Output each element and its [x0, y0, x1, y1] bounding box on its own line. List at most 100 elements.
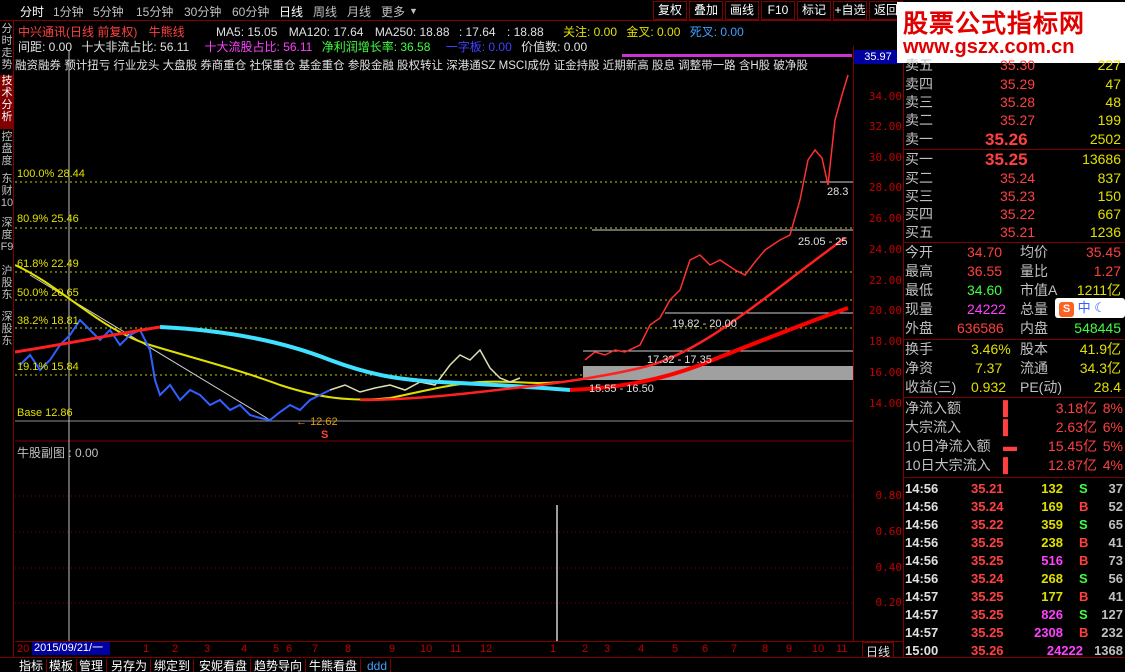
flow-value: 3.18亿: [1055, 400, 1097, 416]
bid-vol: 1236: [1089, 224, 1121, 240]
stock-title[interactable]: 中兴通讯(日线 前复权): [18, 25, 137, 39]
kline-chart[interactable]: [15, 21, 853, 641]
period-tab-daily[interactable]: 日线: [279, 3, 303, 20]
x-tick: 7: [731, 643, 738, 655]
stat-label: PE(动): [1020, 379, 1062, 395]
zone-label-19: 19.82 - 20.00: [672, 318, 737, 330]
bid-label: 买三: [905, 188, 933, 204]
y-tick: 14.00: [868, 397, 902, 410]
overlay-button[interactable]: 叠加: [689, 1, 723, 20]
period-tab-1min[interactable]: 1分钟: [53, 3, 84, 20]
trade-time: 14:57: [905, 589, 939, 604]
trade-price: 35.24: [971, 499, 1004, 514]
x-tick: 6: [286, 643, 293, 655]
period-tab-5min[interactable]: 5分钟: [93, 3, 124, 20]
bottom-tab-template[interactable]: 模板: [46, 659, 78, 672]
trade-count: 37: [1108, 481, 1123, 496]
draw-line-button[interactable]: 画线: [725, 1, 759, 20]
x-tick: 1: [550, 643, 557, 655]
bottom-tab-ddd[interactable]: ddd: [364, 659, 392, 672]
bid-price: 35.21: [1000, 224, 1036, 240]
ma-extra-1: : 17.64: [458, 25, 496, 39]
ask-price: 35.30: [1000, 57, 1036, 73]
stat-label: 股本: [1020, 341, 1048, 357]
stat-label: 流通: [1020, 360, 1048, 376]
current-price-box: 35.97: [854, 50, 902, 64]
ma250-value: MA250: 18.88: [374, 25, 450, 39]
bottom-tab-bullbear[interactable]: 牛熊看盘: [306, 659, 362, 672]
trade-vol: 359: [1041, 517, 1063, 532]
bottom-tab-save-as[interactable]: 另存为: [108, 659, 152, 672]
mark-button[interactable]: 标记: [797, 1, 831, 20]
flow-label: 10日净流入额: [905, 438, 991, 454]
period-tab-more[interactable]: 更多: [381, 3, 405, 20]
flow-row: 10日大宗流入 ▌ 12.87亿 4%: [905, 456, 1125, 475]
trade-price: 35.25: [971, 553, 1004, 568]
trade-price: 35.25: [971, 589, 1004, 604]
add-watchlist-button[interactable]: +自选: [833, 1, 867, 20]
one-shot-board: 一字板: 0.00: [445, 40, 512, 54]
sub-y-tick: 0.60: [875, 525, 903, 538]
stat-label: 最高: [905, 263, 933, 279]
period-tab-15min[interactable]: 15分钟: [136, 3, 173, 20]
y-tick: 24.00: [868, 243, 902, 256]
low-marker-value: 12.62: [310, 416, 338, 428]
bottom-tab-manage[interactable]: 管理: [76, 659, 108, 672]
period-tab-intraday[interactable]: 分时: [20, 3, 44, 20]
flow-row: 10日净流入额 ▬ 15.45亿 5%: [905, 437, 1125, 456]
trade-time: 14:56: [905, 499, 939, 514]
sub-y-tick: 0.40: [875, 561, 903, 574]
tab-sh-holders[interactable]: 沪股东: [0, 265, 14, 305]
trade-row: 14:56 35.24 169 B 52: [905, 498, 1125, 516]
trade-vol: 2308: [1034, 625, 1063, 640]
chevron-down-icon[interactable]: ▼: [409, 6, 418, 16]
adjust-button[interactable]: 复权: [653, 1, 687, 20]
tab-sz-holders[interactable]: 深股东: [0, 311, 14, 351]
left-tab-strip: 分时走势 技术分析 控盘度 东财10 深度F9 沪股东 深股东: [0, 21, 14, 661]
trade-price: 35.25: [971, 535, 1004, 550]
bottom-tab-indicator[interactable]: 指标: [16, 659, 48, 672]
trade-price: 35.21: [971, 481, 1004, 496]
stat-row: 外盘 636586 内盘 548445: [905, 319, 1125, 338]
tab-depth-f9[interactable]: 深度F9: [0, 217, 14, 257]
golden-cross-value: 金叉: 0.00: [626, 25, 681, 39]
ask-label: 卖一: [905, 131, 933, 147]
stat-value: 548445: [1074, 320, 1121, 336]
trade-vol: 177: [1041, 589, 1063, 604]
tab-technical-analysis[interactable]: 技术分析: [0, 75, 14, 129]
x-tick: 3: [604, 643, 611, 655]
bottom-tab-annie[interactable]: 安妮看盘: [196, 659, 252, 672]
attention-value: 关注: 0.00: [562, 25, 617, 39]
period-tab-30min[interactable]: 30分钟: [184, 3, 221, 20]
period-tab-monthly[interactable]: 月线: [347, 3, 371, 20]
ask-label: 卖二: [905, 112, 933, 128]
trade-vol: 238: [1041, 535, 1063, 550]
f10-button[interactable]: F10: [761, 1, 795, 20]
period-tab-60min[interactable]: 60分钟: [232, 3, 269, 20]
indicator-name[interactable]: 牛熊线: [149, 25, 185, 39]
tab-intraday-trend[interactable]: 分时走势: [0, 23, 14, 73]
trade-vol: 24222: [1046, 643, 1083, 658]
trade-vol: 169: [1041, 499, 1063, 514]
bid-price: 35.22: [1000, 206, 1036, 222]
y-tick: 22.00: [868, 274, 902, 287]
flow-label: 10日大宗流入: [905, 457, 991, 473]
flow-label: 净流入额: [905, 400, 961, 416]
trade-row: 14:56 35.25 238 B 41: [905, 534, 1125, 552]
trade-side: B: [1079, 625, 1089, 640]
sub-y-tick: 0.80: [875, 489, 903, 502]
x-tick: 9: [786, 643, 793, 655]
tab-control-degree[interactable]: 控盘度: [0, 131, 14, 171]
period-tab-weekly[interactable]: 周线: [313, 3, 337, 20]
y-tick: 28.00: [868, 181, 902, 194]
x-tick: 4: [638, 643, 645, 655]
bottom-tab-bind-to[interactable]: 绑定到: [151, 659, 195, 672]
trade-vol: 826: [1041, 607, 1063, 622]
tab-eastmoney-10[interactable]: 东财10: [0, 173, 14, 213]
trade-row: 14:57 35.25 177 B 41: [905, 588, 1125, 606]
dead-cross-value: 死叉: 0.00: [689, 25, 744, 39]
ask-label: 卖三: [905, 94, 933, 110]
bottom-tab-trend[interactable]: 趋势导向: [251, 659, 307, 672]
ime-indicator[interactable]: S 中 ☾: [1055, 298, 1125, 318]
x-tick: 10: [420, 643, 433, 655]
